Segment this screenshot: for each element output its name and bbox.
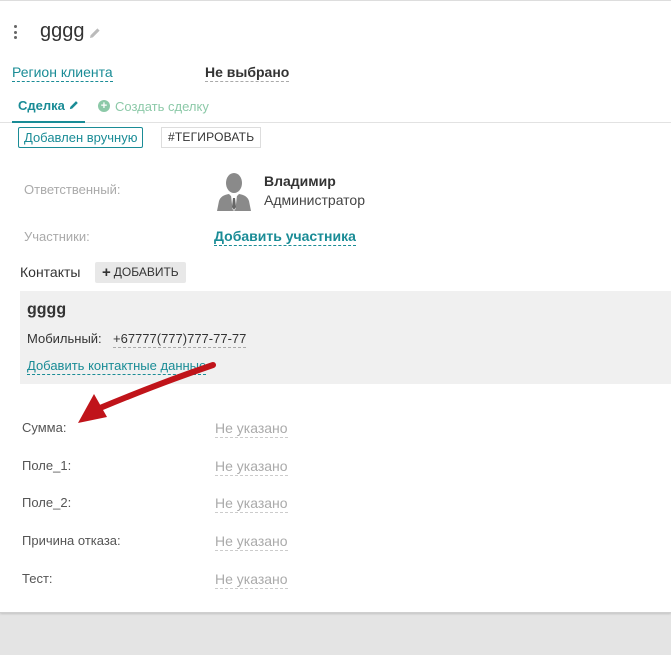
deal-card: gggg Регион клиента Не выбрано Сделка + …	[0, 0, 671, 613]
edit-deal-icon[interactable]	[69, 98, 79, 113]
user-role: Администратор	[264, 192, 366, 208]
field-value-reject-reason[interactable]: Не указано	[215, 533, 288, 551]
avatar	[215, 171, 253, 211]
participants-label: Участники:	[24, 229, 90, 244]
source-chip[interactable]: Добавлен вручную	[18, 127, 144, 148]
edit-title-icon[interactable]	[89, 26, 101, 44]
field-label-field1: Поле_1:	[22, 458, 72, 473]
field-value-field2[interactable]: Не указано	[215, 495, 288, 513]
responsible-label: Ответственный:	[24, 182, 121, 197]
more-menu-icon[interactable]	[12, 25, 18, 39]
add-contact-button-label: ДОБАВИТЬ	[113, 265, 179, 279]
tab-deal-label: Сделка	[18, 97, 65, 113]
mobile-label: Мобильный:	[27, 331, 102, 346]
field-label-field2: Поле_2:	[22, 495, 72, 510]
field-value-field1[interactable]: Не указано	[215, 458, 288, 476]
contacts-heading: Контакты	[20, 264, 81, 280]
field-label-test: Тест:	[22, 571, 53, 586]
page-title: gggg	[40, 20, 85, 42]
plus-icon: +	[102, 264, 111, 281]
tab-create-deal[interactable]: + Создать сделку	[98, 93, 209, 123]
field-value-test[interactable]: Не указано	[215, 571, 288, 589]
tab-create-deal-label: Создать сделку	[115, 98, 209, 114]
field-label-reject-reason: Причина отказа:	[22, 533, 121, 548]
contact-name[interactable]: gggg	[27, 301, 66, 319]
tag-button[interactable]: #ТЕГИРОВАТЬ	[161, 127, 262, 148]
field-value-sum[interactable]: Не указано	[215, 420, 288, 438]
add-participant-link[interactable]: Добавить участника	[214, 228, 356, 246]
annotation-arrow-icon	[78, 362, 216, 423]
user-name: Владимир	[264, 173, 336, 189]
region-value[interactable]: Не выбрано	[205, 63, 290, 82]
plus-circle-icon: +	[98, 100, 110, 112]
field-label-sum: Сумма:	[22, 420, 67, 435]
tab-deal[interactable]: Сделка	[12, 93, 85, 123]
mobile-value[interactable]: +67777(777)777-77-77	[113, 331, 247, 348]
region-label[interactable]: Регион клиента	[12, 63, 113, 82]
add-contact-button[interactable]: + ДОБАВИТЬ	[95, 262, 186, 283]
